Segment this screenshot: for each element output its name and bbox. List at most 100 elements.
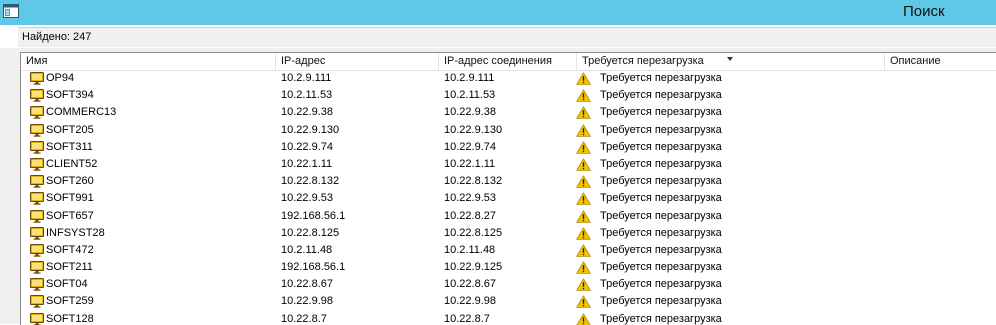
computer-icon	[30, 226, 44, 240]
cell-name: SOFT472	[46, 243, 94, 256]
cell-connection-ip: 10.2.9.111	[444, 72, 495, 84]
warning-icon	[576, 123, 591, 137]
computer-icon	[30, 243, 44, 257]
cell-connection-ip: 10.22.1.11	[444, 157, 496, 170]
column-header-description[interactable]: Описание	[885, 53, 996, 70]
computer-icon	[30, 209, 44, 223]
cell-reboot-status: Требуется перезагрузка	[600, 157, 722, 170]
warning-icon	[576, 192, 591, 206]
table-row[interactable]: COMMERC13 10.22.9.38 10.22.9.38 Требуется п…	[21, 104, 996, 121]
cell-ip: 10.22.1.11	[281, 157, 333, 170]
cell-connection-ip: 10.22.9.130	[444, 123, 503, 136]
window-icon[interactable]	[3, 4, 19, 18]
cell-ip: 10.22.9.130	[281, 123, 340, 136]
cell-connection-ip: 10.22.8.132	[444, 175, 503, 188]
table-row[interactable]: SOFT394 10.2.11.53 10.2.11.53 Требуется пер…	[21, 87, 996, 104]
cell-name: SOFT657	[46, 209, 94, 222]
table-row[interactable]: SOFT211 192.168.56.1 10.22.9.125 Требуется …	[21, 259, 996, 276]
cell-connection-ip: 10.22.9.53	[444, 192, 496, 205]
computer-icon	[30, 72, 44, 85]
table-row[interactable]: SOFT260 10.22.8.132 10.22.8.132 Требуется п…	[21, 173, 996, 190]
cell-ip: 10.22.8.125	[281, 226, 340, 239]
sort-descending-icon	[727, 57, 733, 61]
warning-icon	[576, 106, 591, 120]
cell-ip: 10.2.11.53	[281, 89, 333, 102]
cell-reboot-status: Требуется перезагрузка	[600, 261, 722, 274]
warning-icon	[576, 209, 591, 223]
cell-connection-ip: 10.22.8.125	[444, 226, 503, 239]
cell-connection-ip: 10.22.9.38	[444, 106, 496, 119]
table-row[interactable]: SOFT991 10.22.9.53 10.22.9.53 Требуется пер…	[21, 190, 996, 207]
cell-reboot-status: Требуется перезагрузка	[600, 226, 722, 239]
table-row[interactable]: CLIENT52 10.22.1.11 10.22.1.11 Требуется пе…	[21, 156, 996, 173]
cell-connection-ip: 10.22.8.27	[444, 209, 496, 222]
cell-connection-ip: 10.2.11.53	[444, 89, 496, 102]
computer-icon	[30, 295, 44, 309]
table-row[interactable]: SOFT311 10.22.9.74 10.22.9.74 Требуется пер…	[21, 139, 996, 156]
cell-connection-ip: 10.22.9.125	[444, 261, 503, 274]
table-row[interactable]: SOFT657 192.168.56.1 10.22.8.27 Требуется п…	[21, 208, 996, 225]
warning-icon	[576, 227, 591, 240]
cell-connection-ip: 10.22.9.98	[444, 295, 496, 308]
cell-reboot-status: Требуется перезагрузка	[600, 140, 722, 153]
warning-icon	[576, 295, 591, 309]
warning-icon	[576, 175, 591, 188]
table-row[interactable]: INFSYST28 10.22.8.125 10.22.8.125 Требуется…	[21, 225, 996, 242]
cell-ip: 10.22.9.98	[281, 295, 333, 308]
cell-reboot-status: Требуется перезагрузка	[600, 243, 722, 256]
cell-ip: 10.22.9.74	[281, 140, 333, 153]
column-header-reboot-required[interactable]: Требуется перезагрузка	[577, 53, 885, 70]
cell-ip: 10.22.8.67	[281, 278, 333, 291]
table-row[interactable]: SOFT128 10.22.8.7 10.22.8.7 Требуется перез…	[21, 311, 996, 325]
table-row[interactable]: OP94 10.2.9.111 10.2.9.111 Требуется переза…	[21, 70, 996, 87]
table-row[interactable]: SOFT259 10.22.9.98 10.22.9.98 Требуется пер…	[21, 293, 996, 310]
cell-name: SOFT260	[46, 175, 94, 188]
computer-icon	[30, 89, 44, 102]
cell-reboot-status: Требуется перезагрузка	[600, 278, 722, 291]
cell-name: CLIENT52	[46, 157, 98, 170]
cell-connection-ip: 10.22.8.7	[444, 312, 490, 325]
cell-ip: 10.22.8.132	[281, 175, 340, 188]
computer-icon	[30, 175, 44, 188]
cell-connection-ip: 10.22.9.74	[444, 140, 496, 153]
cell-name: COMMERC13	[46, 106, 117, 119]
table-row[interactable]: SOFT205 10.22.9.130 10.22.9.130 Требуется п…	[21, 122, 996, 139]
cell-reboot-status: Требуется перезагрузка	[600, 312, 722, 325]
column-header-ip[interactable]: IP-адрес	[276, 53, 439, 70]
computer-icon	[30, 106, 44, 120]
cell-reboot-status: Требуется перезагрузка	[600, 295, 722, 308]
cell-ip: 10.22.9.53	[281, 192, 333, 205]
computer-icon	[30, 312, 44, 325]
title-bar: Поиск	[0, 0, 996, 25]
results-count-bar: Найдено: 247	[18, 27, 996, 47]
computer-icon	[30, 157, 44, 171]
warning-icon	[576, 72, 591, 85]
cell-name: SOFT991	[46, 192, 94, 205]
computer-icon	[30, 123, 44, 137]
table-row[interactable]: SOFT472 10.2.11.48 10.2.11.48 Требуется пер…	[21, 242, 996, 259]
warning-icon	[576, 313, 591, 325]
computer-icon	[30, 140, 44, 154]
table-row[interactable]: SOFT04 10.22.8.67 10.22.8.67 Требуется пере…	[21, 276, 996, 293]
column-header-name[interactable]: Имя	[21, 53, 276, 70]
cell-ip: 10.2.9.111	[281, 72, 332, 84]
warning-icon	[576, 158, 591, 171]
cell-reboot-status: Требуется перезагрузка	[600, 192, 722, 205]
cell-name: SOFT04	[46, 278, 88, 291]
cell-reboot-status: Требуется перезагрузка	[600, 123, 722, 136]
column-header-connection-ip[interactable]: IP-адрес соединения	[439, 53, 577, 70]
cell-ip: 10.22.9.38	[281, 106, 333, 119]
cell-reboot-status: Требуется перезагрузка	[600, 106, 722, 119]
cell-name: SOFT394	[46, 89, 94, 102]
cell-name: SOFT259	[46, 295, 94, 308]
cell-ip: 10.22.8.7	[281, 312, 327, 325]
warning-icon	[576, 244, 591, 257]
cell-ip: 192.168.56.1	[281, 261, 346, 274]
cell-name: SOFT311	[46, 140, 93, 153]
cell-name: SOFT211	[46, 261, 93, 274]
cell-name: INFSYST28	[46, 226, 105, 239]
computer-icon	[30, 192, 44, 206]
computers-list[interactable]: Имя IP-адрес IP-адрес соединения Требует…	[20, 52, 996, 325]
cell-ip: 192.168.56.1	[281, 209, 346, 222]
list-header: Имя IP-адрес IP-адрес соединения Требует…	[21, 53, 996, 71]
